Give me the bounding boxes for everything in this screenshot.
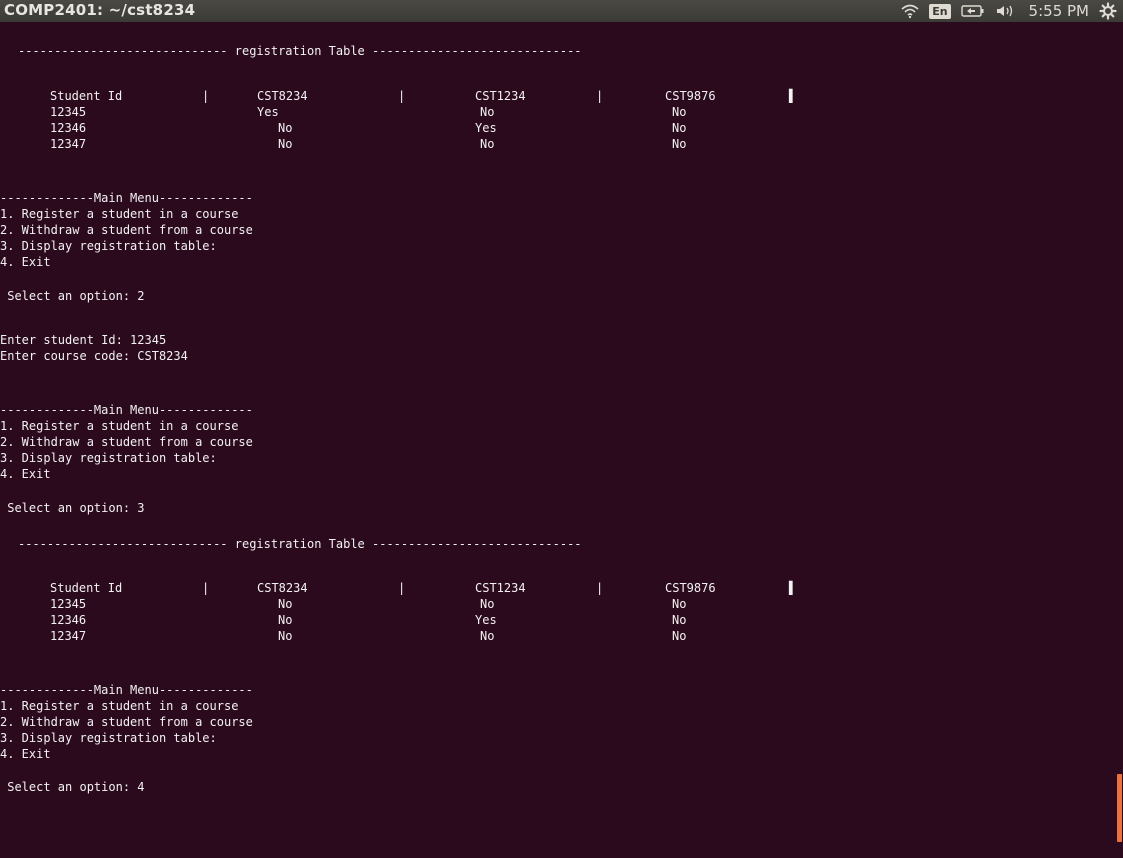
table-separator: | bbox=[398, 581, 406, 595]
battery-icon[interactable] bbox=[960, 4, 985, 18]
table-separator: | bbox=[398, 89, 406, 103]
table-cell-id: 12346 bbox=[50, 121, 87, 135]
terminal-scrollbar[interactable] bbox=[1112, 22, 1123, 858]
menu-item-withdraw: 2. Withdraw a student from a course bbox=[0, 435, 253, 449]
table-cell: Yes bbox=[475, 613, 497, 627]
table-header-cst8234: CST8234 bbox=[257, 89, 308, 103]
menu-item-register: 1. Register a student in a course bbox=[0, 699, 239, 713]
table-cell: No bbox=[278, 597, 293, 611]
table-header-cst1234: CST1234 bbox=[475, 581, 526, 595]
menu-item-exit: 4. Exit bbox=[0, 255, 51, 269]
option-prompt: Select an option: 3 bbox=[0, 501, 145, 515]
table-cell: No bbox=[278, 629, 293, 643]
menu-item-register: 1. Register a student in a course bbox=[0, 207, 239, 221]
table-cell: No bbox=[278, 137, 293, 151]
settings-gear-icon[interactable] bbox=[1099, 2, 1117, 20]
table-title: ----------------------------- registrati… bbox=[18, 44, 582, 58]
wifi-icon[interactable] bbox=[901, 3, 919, 19]
table-cell: No bbox=[672, 105, 687, 119]
table-cell: No bbox=[278, 121, 293, 135]
table-header-cst8234: CST8234 bbox=[257, 581, 308, 595]
menu-item-register: 1. Register a student in a course bbox=[0, 419, 239, 433]
course-code-prompt: Enter course code: CST8234 bbox=[0, 349, 188, 363]
table-end-marker: ▌ bbox=[789, 89, 797, 103]
table-title: ----------------------------- registrati… bbox=[18, 537, 582, 551]
table-separator: | bbox=[596, 89, 604, 103]
table-end-marker: ▌ bbox=[789, 581, 797, 595]
scrollbar-thumb[interactable] bbox=[1117, 774, 1122, 842]
table-cell: No bbox=[480, 629, 495, 643]
menu-item-withdraw: 2. Withdraw a student from a course bbox=[0, 223, 253, 237]
table-cell: No bbox=[672, 137, 687, 151]
student-id-prompt: Enter student Id: 12345 bbox=[0, 333, 167, 347]
table-cell: No bbox=[480, 137, 495, 151]
table-cell: No bbox=[672, 629, 687, 643]
clock[interactable]: 5:55 PM bbox=[1029, 2, 1089, 20]
menu-item-display: 3. Display registration table: bbox=[0, 239, 217, 253]
top-panel: COMP2401: ~/cst8234 En 5:55 PM bbox=[0, 0, 1123, 22]
menu-header: -------------Main Menu------------- bbox=[0, 191, 253, 205]
menu-item-exit: 4. Exit bbox=[0, 467, 51, 481]
table-separator: | bbox=[202, 581, 210, 595]
keyboard-language-indicator[interactable]: En bbox=[929, 3, 951, 19]
table-cell-id: 12347 bbox=[50, 137, 87, 151]
table-header-student-id: Student Id bbox=[50, 581, 123, 595]
table-header-student-id: Student Id bbox=[50, 89, 123, 103]
table-cell-id: 12347 bbox=[50, 629, 87, 643]
table-cell-id: 12346 bbox=[50, 613, 87, 627]
system-indicators: En 5:55 PM bbox=[901, 0, 1117, 22]
table-cell: No bbox=[480, 597, 495, 611]
terminal-window[interactable]: ----------------------------- registrati… bbox=[0, 22, 1112, 858]
table-cell-id: 12345 bbox=[50, 105, 87, 119]
option-prompt: Select an option: 2 bbox=[0, 289, 145, 303]
menu-item-display: 3. Display registration table: bbox=[0, 731, 217, 745]
table-separator: | bbox=[596, 581, 604, 595]
table-header-cst9876: CST9876 bbox=[665, 89, 716, 103]
table-cell: No bbox=[672, 121, 687, 135]
menu-item-withdraw: 2. Withdraw a student from a course bbox=[0, 715, 253, 729]
table-cell: No bbox=[278, 613, 293, 627]
menu-header: -------------Main Menu------------- bbox=[0, 683, 253, 697]
table-separator: | bbox=[202, 89, 210, 103]
table-cell: No bbox=[480, 105, 495, 119]
table-cell: Yes bbox=[257, 105, 279, 119]
table-header-cst1234: CST1234 bbox=[475, 89, 526, 103]
volume-icon[interactable] bbox=[995, 4, 1015, 18]
table-cell-id: 12345 bbox=[50, 597, 87, 611]
option-prompt: Select an option: 4 bbox=[0, 780, 145, 794]
window-title: COMP2401: ~/cst8234 bbox=[4, 1, 196, 19]
table-cell: No bbox=[672, 597, 687, 611]
table-header-cst9876: CST9876 bbox=[665, 581, 716, 595]
table-cell: Yes bbox=[475, 121, 497, 135]
menu-item-display: 3. Display registration table: bbox=[0, 451, 217, 465]
menu-item-exit: 4. Exit bbox=[0, 747, 51, 761]
table-cell: No bbox=[672, 613, 687, 627]
menu-header: -------------Main Menu------------- bbox=[0, 403, 253, 417]
